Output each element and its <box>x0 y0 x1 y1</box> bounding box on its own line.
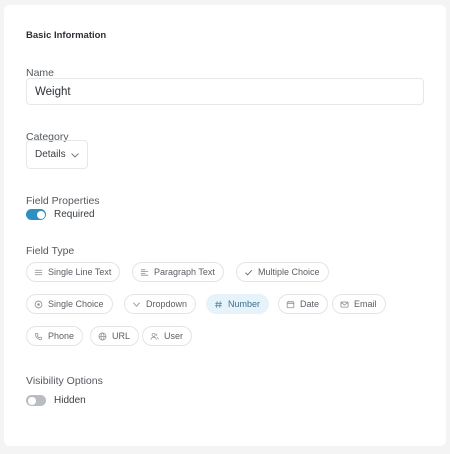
chip-label: Number <box>228 299 261 309</box>
field-type-dropdown[interactable]: Dropdown <box>124 294 197 314</box>
required-label: Required <box>54 209 95 220</box>
chip-label: Multiple Choice <box>258 267 320 277</box>
name-input[interactable]: Weight <box>26 78 424 105</box>
chip-label: Dropdown <box>146 299 188 309</box>
hidden-toggle-row[interactable]: Hidden <box>26 395 86 406</box>
field-type-single-line-text[interactable]: Single Line Text <box>26 262 121 282</box>
field-type-single-choice[interactable]: Single Choice <box>26 294 113 314</box>
calendar-icon <box>286 300 295 308</box>
field-type-phone[interactable]: Phone <box>26 326 84 346</box>
required-toggle-row[interactable]: Required <box>26 209 95 220</box>
hidden-label: Hidden <box>54 395 86 406</box>
toggle-knob <box>27 396 36 405</box>
chip-label: User <box>164 331 184 341</box>
chevron-down-icon <box>133 301 140 307</box>
category-select-value: Details <box>35 149 66 160</box>
chip-label: Email <box>354 299 377 309</box>
chevron-down-icon <box>70 152 79 158</box>
hash-icon <box>215 300 222 308</box>
hidden-toggle[interactable] <box>26 395 46 406</box>
field-type-date[interactable]: Date <box>278 294 329 314</box>
radio-icon <box>34 300 43 308</box>
check-icon <box>245 269 253 275</box>
mail-icon <box>340 301 349 308</box>
chip-label: Single Choice <box>48 299 104 309</box>
chip-label: URL <box>112 331 131 341</box>
globe-icon <box>98 332 107 340</box>
field-type-multiple-choice[interactable]: Multiple Choice <box>236 262 329 282</box>
chip-label: Date <box>300 299 320 309</box>
section-title: Basic Information <box>26 30 107 41</box>
lines-icon <box>34 269 43 275</box>
field-type-label: Field Type <box>26 245 75 257</box>
category-select[interactable]: Details <box>26 140 88 169</box>
field-type-user[interactable]: User <box>142 326 193 346</box>
field-properties-label: Field Properties <box>26 195 100 207</box>
chip-label: Paragraph Text <box>154 267 215 277</box>
users-icon <box>150 332 159 340</box>
field-type-url[interactable]: URL <box>90 326 140 346</box>
chip-label: Phone <box>48 331 75 341</box>
name-input-value: Weight <box>35 85 71 98</box>
paragraph-icon <box>140 268 149 276</box>
phone-icon <box>34 332 43 340</box>
field-type-email[interactable]: Email <box>332 294 386 314</box>
field-type-paragraph-text[interactable]: Paragraph Text <box>132 262 224 282</box>
required-toggle[interactable] <box>26 209 46 220</box>
chip-label: Single Line Text <box>48 267 112 277</box>
toggle-knob <box>36 210 45 219</box>
basic-information-panel: Basic Information Name Weight Category D… <box>4 5 446 446</box>
visibility-options-label: Visibility Options <box>26 375 103 387</box>
field-type-number[interactable]: Number <box>206 294 270 314</box>
